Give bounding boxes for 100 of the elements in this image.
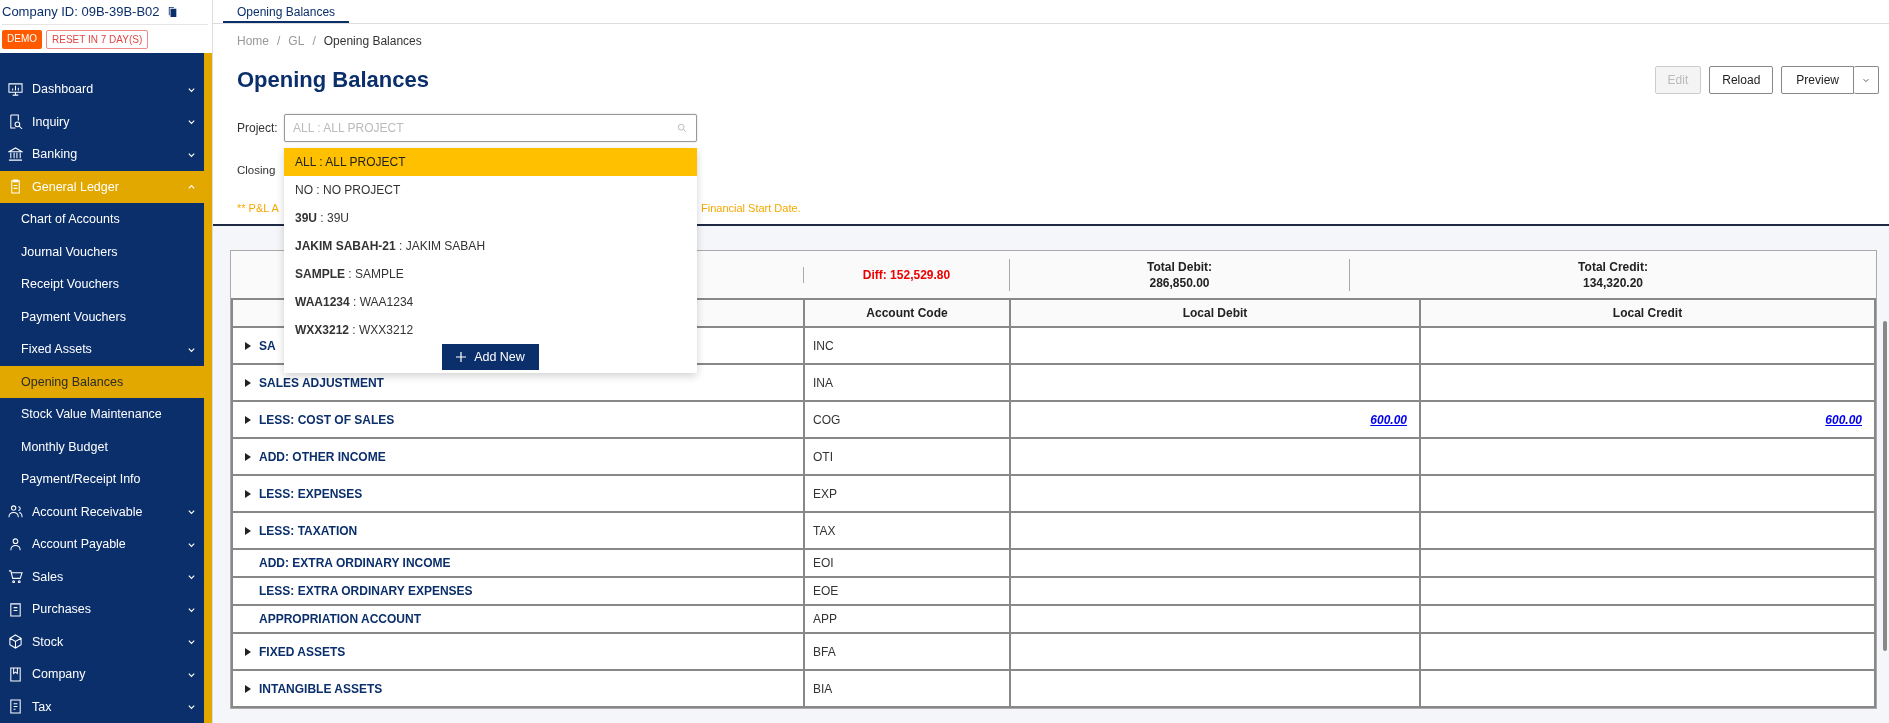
- dropdown-option[interactable]: WAA1234 : WAA1234: [284, 288, 697, 316]
- table-cell: APP: [813, 612, 837, 626]
- person-icon: [8, 536, 23, 552]
- sidebar-item[interactable]: Banking: [0, 138, 204, 171]
- submenu-item[interactable]: Chart of Accounts: [0, 203, 204, 236]
- sidebar-item[interactable]: Account Payable: [0, 528, 204, 561]
- document-search-icon: [8, 114, 23, 130]
- table-cell: TAX: [813, 523, 836, 538]
- dropdown-button[interactable]: [1854, 66, 1879, 94]
- amount-link[interactable]: 600.00: [1370, 412, 1407, 427]
- chevron-down-icon: [187, 702, 196, 712]
- sidebar-item[interactable]: Dashboard: [0, 73, 204, 106]
- company-id: Company ID: 09B-39B-B02: [2, 4, 160, 19]
- bank-icon: [8, 146, 23, 162]
- submenu-item[interactable]: Payment/Receipt Info: [0, 463, 204, 496]
- account-name: LESS: EXTRA ORDINARY EXPENSES: [259, 584, 473, 598]
- sidebar-item[interactable]: Purchases: [0, 593, 204, 626]
- table-cell: BFA: [813, 644, 836, 659]
- total-label: Total Credit:: [1578, 258, 1648, 275]
- reset-badge: RESET IN 7 DAY(S): [46, 30, 149, 49]
- account-name: FIXED ASSETS: [259, 644, 346, 659]
- account-name: SA: [259, 338, 276, 353]
- chevron-down-icon: [187, 572, 196, 582]
- column-header: Local Debit: [1010, 299, 1420, 327]
- table-cell: COG: [813, 412, 841, 427]
- dropdown-option[interactable]: 39U : 39U: [284, 204, 697, 232]
- caret-icon[interactable]: [245, 684, 251, 693]
- table-cell: OTI: [813, 449, 833, 464]
- caret-icon[interactable]: [245, 452, 251, 461]
- account-name: ADD: EXTRA ORDINARY INCOME: [259, 556, 451, 570]
- submenu-item[interactable]: Payment Vouchers: [0, 300, 204, 333]
- clipboard-icon: [8, 179, 23, 195]
- account-name: INTANGIBLE ASSETS: [259, 681, 383, 696]
- caret-icon[interactable]: [245, 489, 251, 498]
- account-name: LESS: COST OF SALES: [259, 412, 395, 427]
- table-cell: EOE: [813, 584, 839, 598]
- caret-icon[interactable]: [245, 647, 251, 656]
- scrollbar[interactable]: [1883, 321, 1887, 651]
- total-value: 286,850.00: [1149, 274, 1210, 291]
- cube-icon: [8, 634, 23, 650]
- table-cell: EOI: [813, 556, 834, 570]
- submenu-item[interactable]: Opening Balances: [0, 365, 204, 398]
- account-name: ADD: OTHER INCOME: [259, 449, 386, 464]
- account-name: LESS: EXPENSES: [259, 486, 363, 501]
- cart-icon: [8, 569, 23, 585]
- project-search-field[interactable]: ALL : ALL PROJECT: [284, 114, 697, 142]
- reload-button[interactable]: Reload: [1709, 66, 1774, 94]
- demo-badge: DEMO: [2, 30, 42, 49]
- dropdown-option[interactable]: SAMPLE : SAMPLE: [284, 260, 697, 288]
- submenu-item[interactable]: Stock Value Maintenance: [0, 398, 204, 431]
- amount-link[interactable]: 600.00: [1825, 412, 1862, 427]
- document-icon: [8, 601, 23, 617]
- caret-icon[interactable]: [245, 415, 251, 424]
- dropdown-option[interactable]: ALL : ALL PROJECT: [284, 148, 697, 176]
- notice-text: Financial Start Date.: [701, 202, 802, 214]
- sidebar-item[interactable]: Inquiry: [0, 105, 204, 138]
- submenu-item[interactable]: Fixed Assets: [0, 333, 204, 366]
- bookmark-icon: [8, 666, 23, 682]
- chevron-down-icon: [187, 117, 196, 127]
- breadcrumb-separator: /: [277, 34, 281, 48]
- sidebar-item[interactable]: Tax: [0, 690, 204, 723]
- sidebar-item[interactable]: Company: [0, 658, 204, 691]
- account-name: LESS: TAXATION: [259, 523, 358, 538]
- monitor-icon: [8, 81, 23, 97]
- total-value: 134,320.20: [1582, 274, 1644, 291]
- sidebar-item[interactable]: Stock: [0, 625, 204, 658]
- dropdown-option[interactable]: NO : NO PROJECT: [284, 176, 697, 204]
- caret-icon[interactable]: [245, 526, 251, 535]
- account-name: APPROPRIATION ACCOUNT: [259, 612, 421, 626]
- sidebar-item[interactable]: Account Receivable: [0, 495, 204, 528]
- field-label: Closing: [237, 164, 276, 176]
- field-label: Project:: [237, 121, 279, 135]
- search-icon: [677, 123, 687, 133]
- diff-total: Diff: 152,529.80: [862, 266, 951, 283]
- document-icon: [8, 699, 23, 715]
- dropdown-option[interactable]: JAKIM SABAH-21 : JAKIM SABAH: [284, 232, 697, 260]
- breadcrumb-item: Opening Balances: [323, 34, 422, 48]
- account-name: SALES ADJUSTMENT: [259, 375, 384, 390]
- caret-icon[interactable]: [245, 341, 251, 350]
- submenu-item[interactable]: Journal Vouchers: [0, 235, 204, 268]
- caret-icon[interactable]: [245, 378, 251, 387]
- preview-button[interactable]: Preview: [1781, 66, 1854, 94]
- sidebar-item[interactable]: Sales: [0, 560, 204, 593]
- people-icon: [8, 504, 23, 520]
- notice-text: ** P&L A: [237, 202, 280, 214]
- submenu-item[interactable]: Receipt Vouchers: [0, 268, 204, 301]
- chevron-up-icon: [187, 182, 196, 192]
- copy-icon[interactable]: [167, 5, 178, 18]
- table-cell: INC: [813, 338, 834, 353]
- chevron-down-icon: [187, 507, 196, 517]
- column-header: Account Code: [804, 299, 1010, 327]
- page-title: Opening Balances: [237, 67, 429, 93]
- plus-icon: [456, 352, 467, 362]
- column-header: Local Credit: [1420, 299, 1875, 327]
- submenu-item[interactable]: Monthly Budget: [0, 430, 204, 463]
- chevron-down-icon: [1862, 76, 1870, 84]
- dropdown-option[interactable]: WXX3212 : WXX3212: [284, 316, 697, 344]
- chevron-down-icon: [187, 637, 196, 647]
- table-cell: EXP: [813, 486, 837, 501]
- add-new-button[interactable]: Add New: [442, 344, 539, 370]
